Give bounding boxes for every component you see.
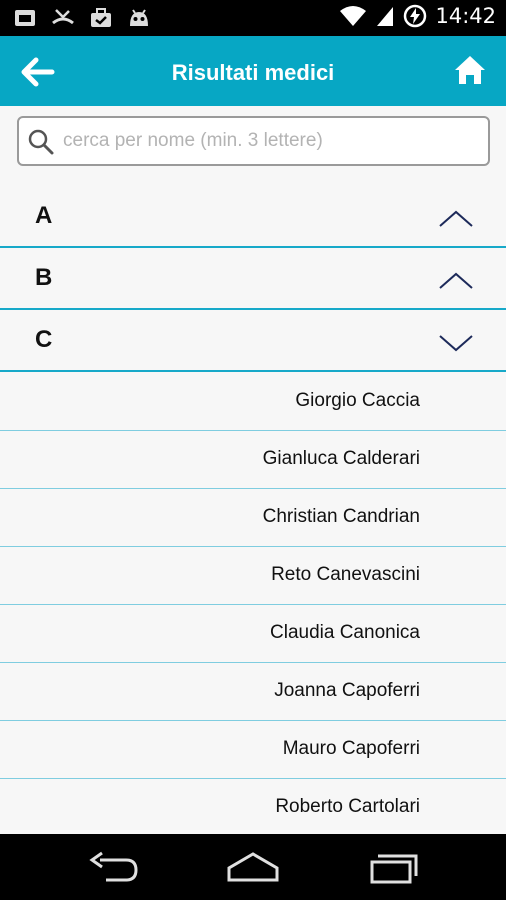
chevron-up-icon (439, 210, 473, 227)
home-button[interactable] (452, 52, 488, 88)
home-icon (455, 56, 485, 84)
doctor-name: Mauro Capoferri (282, 738, 420, 759)
doctor-name: Gianluca Calderari (262, 448, 420, 469)
list-item[interactable]: Giorgio Caccia (0, 373, 506, 431)
nav-back-button[interactable] (86, 850, 142, 884)
briefcase-check-icon (88, 6, 114, 30)
section-letter: B (35, 264, 53, 291)
page-title: Risultati medici (171, 60, 335, 85)
signal-icon (377, 7, 394, 26)
status-bar: 14:42 (0, 0, 506, 36)
doctor-name: Roberto Cartolari (275, 796, 420, 817)
search-icon (28, 129, 54, 155)
clock: 14:42 (435, 4, 496, 28)
list-item[interactable]: Claudia Canonica (0, 605, 506, 663)
search-input[interactable] (63, 126, 483, 156)
system-nav-bar (0, 834, 506, 900)
wifi-icon (340, 6, 367, 26)
doctor-name: Giorgio Caccia (295, 390, 420, 411)
doctor-name: Joanna Capoferri (274, 680, 420, 701)
list-item[interactable]: Christian Candrian (0, 489, 506, 547)
chevron-up-icon (439, 272, 473, 289)
list-item[interactable]: Reto Canevascini (0, 547, 506, 605)
app-bar: Risultati medici (0, 36, 506, 106)
nav-back-icon (89, 851, 138, 882)
list-item[interactable]: Roberto Cartolari (0, 779, 506, 837)
section-header-b[interactable]: B (0, 248, 506, 310)
doctor-name: Reto Canevascini (271, 564, 420, 585)
battery-charging-icon (404, 4, 427, 28)
doctor-name: Christian Candrian (262, 506, 420, 527)
system-indicators: 14:42 (339, 4, 496, 28)
section-letter: C (35, 326, 53, 353)
section-letter: A (35, 202, 53, 229)
doctor-name: Claudia Canonica (270, 622, 420, 643)
sim-card-icon (12, 6, 38, 30)
android-icon (126, 6, 152, 30)
list-item[interactable]: Joanna Capoferri (0, 663, 506, 721)
search-box (17, 116, 490, 166)
missed-call-icon (50, 6, 76, 30)
list-item[interactable]: Mauro Capoferri (0, 721, 506, 779)
nav-recents-button[interactable] (366, 850, 422, 884)
list-item[interactable]: Gianluca Calderari (0, 431, 506, 489)
section-header-a[interactable]: A (0, 186, 506, 248)
nav-recents-icon (370, 854, 418, 884)
notification-icons (12, 6, 152, 30)
section-header-c[interactable]: C (0, 310, 506, 372)
nav-home-icon (227, 852, 279, 882)
chevron-down-icon (439, 335, 473, 352)
nav-home-button[interactable] (225, 850, 281, 884)
